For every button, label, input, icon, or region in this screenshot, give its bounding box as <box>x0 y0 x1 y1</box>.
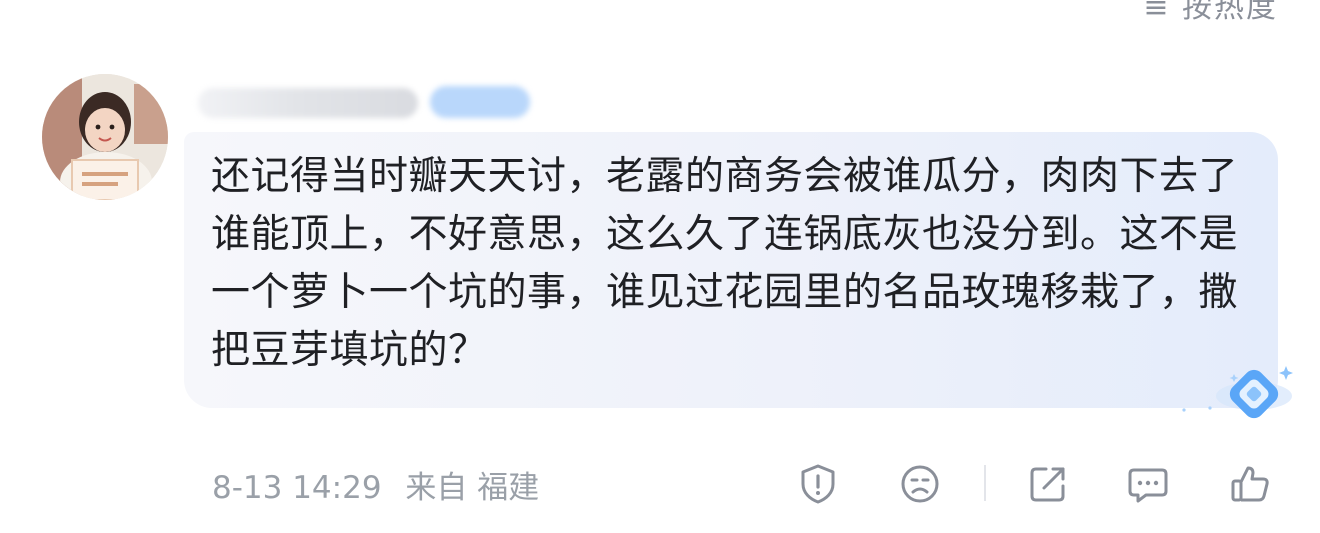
reply-button[interactable] <box>1124 460 1172 508</box>
share-arrow-icon <box>1030 467 1065 502</box>
sparkle-badge-icon <box>1182 366 1293 419</box>
user-badge-blurred <box>430 86 530 118</box>
comment-bubble-icon <box>1128 468 1168 503</box>
frown-face-icon <box>901 465 939 503</box>
comment-location: 来自 福建 <box>405 470 540 506</box>
like-button[interactable] <box>1226 460 1274 508</box>
username-blurred[interactable] <box>198 88 418 118</box>
report-button[interactable] <box>794 460 842 508</box>
avatar-photo-icon <box>42 74 168 200</box>
avatar[interactable] <box>42 74 168 200</box>
share-button[interactable] <box>1024 460 1072 508</box>
thumbs-up-icon <box>1231 466 1269 502</box>
comment-meta: 8-13 14:29 来自 福建 <box>212 462 553 507</box>
comment-screen: ≡ 按热度 还记得当时瓣天天讨，老露的商务会被谁瓜分，肉肉下去了谁能顶上，不好意… <box>0 0 1320 533</box>
comment-time: 8-13 14:29 <box>212 470 382 506</box>
sort-button[interactable]: ≡ 按热度 <box>1143 0 1278 26</box>
comment-text: 还记得当时瓣天天讨，老露的商务会被谁瓜分，肉肉下去了谁能顶上，不好意思，这么久了… <box>211 154 1239 373</box>
dislike-button[interactable] <box>896 460 944 508</box>
action-divider <box>984 465 986 501</box>
shield-exclamation-icon <box>801 464 835 504</box>
